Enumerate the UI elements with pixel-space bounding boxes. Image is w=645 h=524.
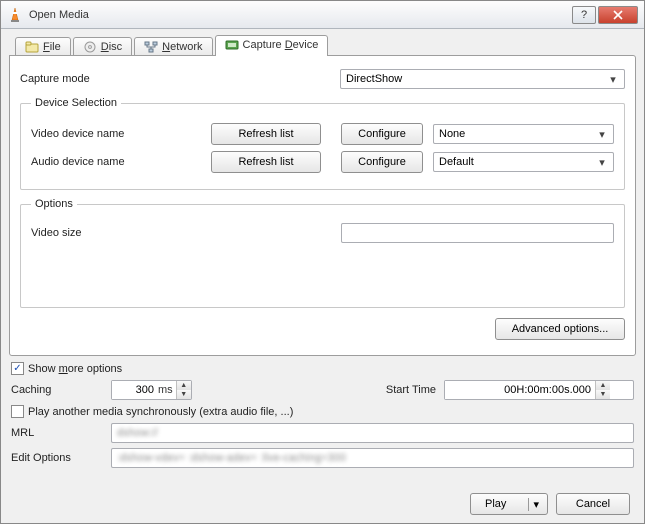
dialog-footer: Play ▾ Cancel: [470, 493, 630, 515]
audio-device-label: Audio device name: [31, 156, 211, 168]
titlebar: Open Media ?: [1, 1, 644, 29]
edit-options-input[interactable]: :dshow-vdev= :dshow-adev= :live-caching=…: [111, 448, 634, 468]
edit-options-label: Edit Options: [11, 452, 111, 464]
caching-value[interactable]: [112, 381, 158, 399]
chevron-down-icon: ▾: [607, 73, 619, 86]
mrl-input[interactable]: dshow://: [111, 423, 634, 443]
sync-label: Play another media synchronously (extra …: [28, 406, 293, 418]
video-configure-button[interactable]: Configure: [341, 123, 423, 145]
chevron-down-icon: ▾: [596, 156, 608, 169]
more-options-area: ✓ Show more options Caching ms ▲▼ Start …: [9, 362, 636, 468]
tab-network[interactable]: Network: [134, 37, 212, 56]
video-size-input[interactable]: [341, 223, 614, 243]
window-title: Open Media: [29, 9, 570, 21]
start-time-label: Start Time: [386, 384, 436, 396]
capture-mode-select[interactable]: DirectShow ▾: [340, 69, 625, 89]
close-button[interactable]: [598, 6, 638, 24]
capture-pane: Capture mode DirectShow ▾ Device Selecti…: [9, 55, 636, 356]
open-media-window: Open Media ? File Disc Network Capture D…: [0, 0, 645, 524]
show-more-label: Show more options: [28, 363, 122, 375]
options-group: Options Video size: [20, 198, 625, 308]
tab-capture-device[interactable]: Capture Device: [215, 35, 329, 56]
capture-device-icon: [225, 39, 239, 51]
tab-disc[interactable]: Disc: [73, 37, 132, 56]
caching-label: Caching: [11, 384, 111, 396]
capture-mode-label: Capture mode: [20, 73, 340, 85]
vlc-icon: [7, 7, 23, 23]
video-refresh-button[interactable]: Refresh list: [211, 123, 321, 145]
cancel-button[interactable]: Cancel: [556, 493, 630, 515]
disc-icon: [83, 41, 97, 53]
device-selection-legend: Device Selection: [31, 97, 121, 109]
video-size-label: Video size: [31, 227, 341, 239]
tab-file[interactable]: File: [15, 37, 71, 56]
caching-spinbox[interactable]: ms ▲▼: [111, 380, 192, 400]
caching-unit: ms: [158, 381, 176, 399]
file-icon: [25, 41, 39, 53]
start-time-spinbox[interactable]: ▲▼: [444, 380, 634, 400]
help-button[interactable]: ?: [572, 6, 596, 24]
spin-arrows[interactable]: ▲▼: [595, 381, 610, 399]
start-time-value[interactable]: [445, 381, 595, 399]
mrl-label: MRL: [11, 427, 111, 439]
play-dropdown-icon[interactable]: ▾: [528, 498, 543, 511]
edit-options-value: :dshow-vdev= :dshow-adev= :live-caching=…: [117, 452, 346, 464]
play-button[interactable]: Play ▾: [470, 493, 548, 515]
video-device-select[interactable]: None ▾: [433, 124, 614, 144]
spin-arrows[interactable]: ▲▼: [176, 381, 191, 399]
audio-refresh-button[interactable]: Refresh list: [211, 151, 321, 173]
video-device-value: None: [439, 128, 465, 140]
audio-device-value: Default: [439, 156, 474, 168]
device-selection-group: Device Selection Video device name Refre…: [20, 97, 625, 190]
video-device-label: Video device name: [31, 128, 211, 140]
mrl-value: dshow://: [117, 427, 158, 439]
advanced-options-button[interactable]: Advanced options...: [495, 318, 625, 340]
options-legend: Options: [31, 198, 77, 210]
sync-checkbox[interactable]: [11, 405, 24, 418]
network-icon: [144, 41, 158, 53]
show-more-checkbox[interactable]: ✓: [11, 362, 24, 375]
chevron-down-icon: ▾: [596, 128, 608, 141]
capture-mode-value: DirectShow: [346, 73, 402, 85]
tab-bar: File Disc Network Capture Device: [9, 35, 636, 56]
audio-device-select[interactable]: Default ▾: [433, 152, 614, 172]
content-area: File Disc Network Capture Device Capture…: [1, 29, 644, 523]
audio-configure-button[interactable]: Configure: [341, 151, 423, 173]
